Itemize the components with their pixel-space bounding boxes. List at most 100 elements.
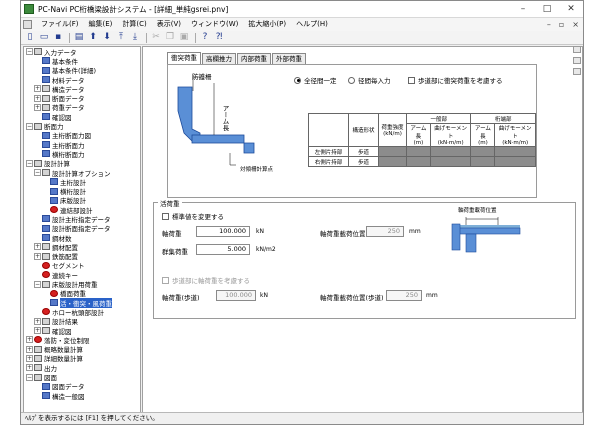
moment-general-right-cell[interactable] — [429, 156, 472, 167]
expand-icon[interactable]: + — [26, 354, 33, 362]
tree-item[interactable]: 主桁断面力 — [24, 140, 140, 150]
tree-item[interactable]: 設計断面指定データ — [24, 224, 140, 233]
crowd-load-input[interactable]: 5.000 — [196, 244, 250, 255]
expand-icon[interactable]: + — [26, 345, 33, 353]
doc-close-icon[interactable]: × — [568, 20, 583, 29]
expand-icon[interactable]: + — [34, 317, 41, 325]
expand-icon[interactable]: + — [34, 252, 41, 260]
tree-item[interactable]: − 床版設計用荷重 — [24, 279, 140, 289]
tree-item[interactable]: + 鋼材配置 — [24, 242, 140, 252]
tree-item[interactable]: 連結部設計 — [24, 205, 140, 215]
tree-item[interactable]: + 荷重データ — [24, 103, 140, 112]
shape-left-cell[interactable]: 歩道 — [348, 146, 379, 157]
save-icon[interactable]: ▪ — [52, 32, 64, 43]
arm-bracket-right-cell[interactable] — [470, 156, 496, 167]
collapse-icon[interactable]: − — [26, 48, 33, 56]
collapse-icon[interactable]: − — [26, 373, 33, 381]
shape-right-cell[interactable]: 歩道 — [348, 156, 379, 167]
new-file-icon[interactable]: ▯ — [24, 32, 36, 43]
tab-impact-load[interactable]: 衝突荷重 — [167, 52, 201, 64]
tree-item[interactable]: − 図面 — [24, 372, 140, 382]
axle-position-input[interactable]: 250 — [366, 226, 404, 237]
moment-bracket-left-cell[interactable] — [494, 146, 536, 157]
tree-item[interactable]: 主桁設計 — [24, 177, 140, 187]
arrow-down-icon[interactable]: ⬇ — [101, 32, 113, 43]
doc-menu-icon[interactable] — [23, 20, 32, 29]
expand-icon[interactable]: + — [26, 364, 33, 372]
walkway-axle-load-input[interactable]: 100.000 — [216, 290, 256, 301]
side-tool-icon[interactable] — [573, 68, 581, 75]
tab-rail-thrust[interactable]: 高欄推力 — [202, 53, 236, 64]
tree-item[interactable]: + 断面データ — [24, 93, 140, 103]
tree-item[interactable]: 基本条件(詳細) — [24, 66, 140, 75]
tree-item[interactable]: − 入力データ — [24, 47, 140, 57]
expand-icon[interactable]: + — [34, 85, 41, 93]
cut-icon[interactable]: ✂ — [150, 32, 162, 43]
tab-external-load[interactable]: 外部荷重 — [272, 53, 306, 64]
help-icon[interactable]: ? — [199, 32, 211, 43]
standard-value-checkbox[interactable]: 標準値を変更する — [162, 211, 224, 221]
close-icon[interactable]: ✕ — [559, 4, 583, 14]
tree-item[interactable]: 連続キー — [24, 270, 140, 280]
menu-window[interactable]: ウィンドウ(W) — [186, 18, 243, 31]
copy-icon[interactable]: ❐ — [164, 32, 176, 43]
expand-icon[interactable]: + — [34, 103, 41, 111]
load-right-cell[interactable] — [378, 156, 407, 167]
menu-zoom[interactable]: 拡大縮小(P) — [243, 18, 291, 31]
radio-each-span[interactable]: 径間毎入力 — [348, 75, 391, 85]
walkway-axle-check[interactable] — [162, 276, 169, 284]
tree-item[interactable]: + 設計結果 — [24, 317, 140, 326]
arrow-up-icon[interactable]: ⬆ — [87, 32, 99, 43]
moment-bracket-right-cell[interactable] — [494, 156, 536, 167]
arrow-bottom-icon[interactable]: ⤓ — [129, 32, 141, 43]
radio-all-spans[interactable]: 全径間一定 — [294, 75, 337, 85]
collapse-icon[interactable]: − — [34, 169, 41, 176]
collapse-icon[interactable]: − — [26, 159, 33, 167]
arm-bracket-left-cell[interactable] — [470, 146, 496, 157]
tree-item[interactable]: ホロー杭頭部設計 — [24, 307, 140, 317]
tree-item[interactable]: 橋面荷重 — [24, 289, 140, 298]
tree-item[interactable]: 材料データ — [24, 75, 140, 85]
tree-item[interactable]: + 詳細数量計算 — [24, 354, 140, 363]
context-help-icon[interactable]: ⁈ — [213, 32, 225, 43]
tree-item[interactable]: − 設計計算 — [24, 159, 140, 168]
arrow-top-icon[interactable]: ⤒ — [115, 32, 127, 43]
tree-item[interactable]: 横桁断面力 — [24, 149, 140, 159]
arm-general-right-cell[interactable] — [406, 156, 431, 167]
tree-item[interactable]: − 設計計算オプション — [24, 168, 140, 178]
tree-item[interactable]: 活・衝突・風荷重 — [24, 297, 140, 308]
radio-all-spans-dot[interactable] — [294, 76, 301, 84]
tree-item[interactable]: 基本条件 — [24, 56, 140, 66]
tree-item[interactable]: 床版設計 — [24, 196, 140, 205]
side-tool-icon[interactable] — [573, 46, 581, 53]
tree-item[interactable]: 設計主桁指定データ — [24, 214, 140, 224]
arm-general-left-cell[interactable] — [406, 146, 431, 157]
navigation-tree[interactable]: − 入力データ 基本条件 基本条件(詳細) 材料データ + 構造データ + 断面データ + 荷重デー… — [23, 46, 141, 413]
doc-minimize-icon[interactable]: – — [543, 20, 555, 29]
collapse-icon[interactable]: − — [34, 280, 41, 288]
expand-icon[interactable]: + — [26, 336, 33, 344]
menu-help[interactable]: ヘルプ(H) — [291, 18, 333, 31]
tree-item[interactable]: 横桁設計 — [24, 186, 140, 196]
tree-item[interactable]: − 断面力 — [24, 121, 140, 131]
moment-general-left-cell[interactable] — [429, 146, 472, 157]
tree-item[interactable]: + 出力 — [24, 363, 140, 373]
tree-item[interactable]: 鋼材数 — [24, 233, 140, 243]
tree-item[interactable]: 確認図 — [24, 112, 140, 122]
tree-item[interactable]: + 構造データ — [24, 84, 140, 94]
menu-view[interactable]: 表示(V) — [152, 18, 186, 31]
expand-icon[interactable]: + — [34, 327, 41, 335]
doc-restore-icon[interactable]: ▫ — [555, 20, 568, 29]
open-folder-icon[interactable]: ▭ — [38, 32, 50, 43]
menu-edit[interactable]: 編集(E) — [84, 18, 118, 31]
tree-item[interactable]: + 概略数量計算 — [24, 345, 140, 354]
axle-load-input[interactable]: 100.000 — [196, 226, 250, 237]
menu-calc[interactable]: 計算(C) — [117, 18, 151, 31]
side-tool-icon[interactable] — [573, 57, 581, 64]
walkway-impact-checkbox[interactable]: 歩道部に衝突荷重を考慮する — [408, 75, 503, 85]
paste-icon[interactable]: ▣ — [178, 32, 190, 43]
tab-internal-load[interactable]: 内部荷重 — [237, 53, 271, 64]
walkway-axle-checkbox[interactable]: 歩道部に軸荷重を考慮する — [162, 275, 250, 285]
tree-item[interactable]: 図面データ — [24, 382, 140, 391]
tree-item[interactable]: 主桁断面力図 — [24, 131, 140, 140]
